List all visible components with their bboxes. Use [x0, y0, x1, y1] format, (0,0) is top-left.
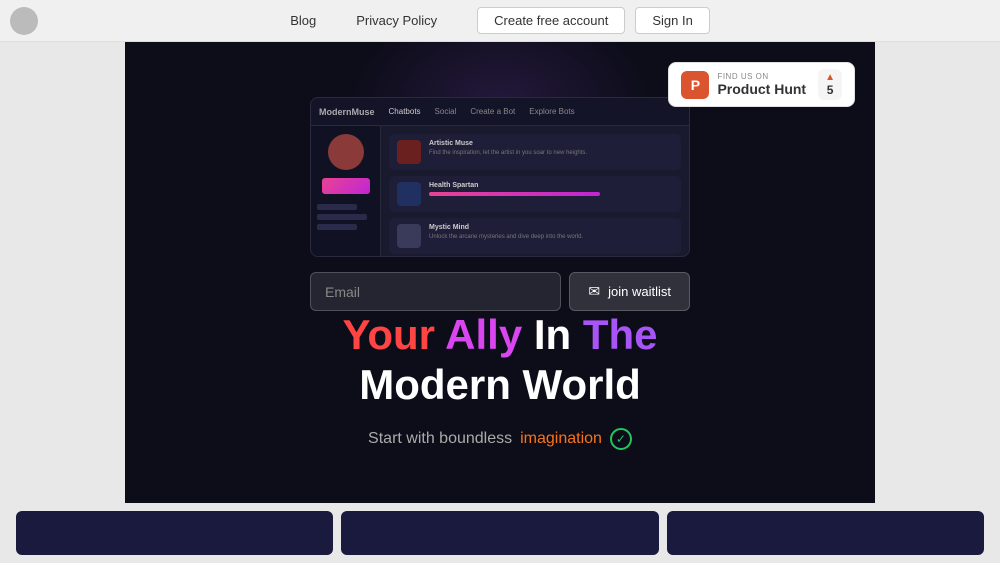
mystic-mind-desc: Unlock the arcane mysteries and dive dee…: [429, 233, 673, 241]
artistic-muse-desc: Find the inspiration, let the artist in …: [429, 149, 673, 157]
health-spartan-avatar: [397, 182, 421, 206]
right-border: [875, 42, 1000, 563]
join-waitlist-button[interactable]: ✉ join waitlist: [569, 272, 690, 311]
mockup-body: Artistic Muse Find the inspiration, let …: [311, 126, 689, 257]
sidebar-line-3: [317, 224, 357, 230]
mockup-card-mystic: Mystic Mind Unlock the arcane mysteries …: [389, 218, 681, 254]
mockup-tab-create: Create a Bot: [470, 107, 515, 116]
app-screenshot: ModernMuse Chatbots Social Create a Bot …: [310, 97, 690, 257]
bottom-cards-section: [0, 503, 1000, 563]
bottom-card-3[interactable]: [667, 511, 984, 555]
main-content-area: P FIND US ON Product Hunt ▲ 5 ModernMuse…: [125, 42, 875, 563]
bottom-card-2[interactable]: [341, 511, 658, 555]
privacy-link[interactable]: Privacy Policy: [356, 13, 437, 28]
subtitle-start-text: Start with boundless: [368, 430, 512, 448]
subtitle-imagination-text: imagination: [520, 430, 602, 448]
upvote-arrow-icon: ▲: [825, 72, 835, 83]
health-spartan-bar: [429, 192, 600, 196]
hero-word-your: Your: [342, 311, 435, 358]
create-account-button[interactable]: Create free account: [477, 7, 625, 34]
email-input[interactable]: [310, 272, 561, 311]
mockup-sidebar: [311, 126, 381, 257]
nav-actions: Create free account Sign In: [477, 7, 710, 34]
product-hunt-text: FIND US ON Product Hunt: [717, 72, 806, 97]
find-us-label: FIND US ON: [717, 72, 806, 81]
hero-subtitle: Start with boundless imagination ✓: [125, 428, 875, 450]
left-border: [0, 42, 125, 563]
sidebar-line-2: [317, 214, 367, 220]
mockup-tab-chatbots: Chatbots: [389, 107, 421, 116]
mystic-mind-avatar: [397, 224, 421, 248]
mystic-mind-title: Mystic Mind: [429, 224, 673, 231]
hero-title-line1: Your Ally In The: [125, 312, 875, 358]
envelope-icon: ✉: [588, 283, 600, 300]
waitlist-section: ✉ join waitlist: [310, 272, 690, 311]
product-hunt-logo-icon: P: [681, 71, 709, 99]
sidebar-line-1: [317, 204, 357, 210]
mockup-card-health: Health Spartan: [389, 176, 681, 212]
artistic-muse-avatar: [397, 140, 421, 164]
nav-links: Blog Privacy Policy: [290, 13, 437, 28]
mockup-tabs: Chatbots Social Create a Bot Explore Bot…: [389, 107, 575, 116]
hero-title-line2: Modern World: [125, 362, 875, 408]
artistic-muse-info: Artistic Muse Find the inspiration, let …: [429, 140, 673, 157]
mockup-logo-text: ModernMuse: [319, 107, 375, 117]
join-waitlist-label: join waitlist: [608, 284, 671, 299]
hero-section: Your Ally In The Modern World Start with…: [125, 312, 875, 450]
product-hunt-score: ▲ 5: [818, 69, 842, 100]
product-hunt-name: Product Hunt: [717, 81, 806, 97]
product-hunt-badge[interactable]: P FIND US ON Product Hunt ▲ 5: [668, 62, 855, 107]
user-avatar: [10, 7, 38, 35]
mockup-tab-social: Social: [435, 107, 457, 116]
hero-word-in: In: [534, 311, 571, 358]
mockup-card-artistic: Artistic Muse Find the inspiration, let …: [389, 134, 681, 170]
mockup-user-avatar: [328, 134, 364, 170]
mockup-sidebar-lines: [317, 200, 374, 230]
mockup-tab-explore: Explore Bots: [529, 107, 574, 116]
hero-word-the: The: [583, 311, 658, 358]
top-navigation: Blog Privacy Policy Create free account …: [0, 0, 1000, 42]
check-circle-icon: ✓: [610, 428, 632, 450]
score-count: 5: [827, 83, 834, 97]
sign-in-button[interactable]: Sign In: [635, 7, 709, 34]
mystic-mind-info: Mystic Mind Unlock the arcane mysteries …: [429, 224, 673, 241]
health-spartan-info: Health Spartan: [429, 182, 673, 196]
mockup-card-list: Artistic Muse Find the inspiration, let …: [381, 126, 689, 257]
mockup-cta-button: [322, 178, 370, 194]
blog-link[interactable]: Blog: [290, 13, 316, 28]
artistic-muse-title: Artistic Muse: [429, 140, 673, 147]
mockup-header: ModernMuse Chatbots Social Create a Bot …: [311, 98, 689, 126]
bottom-card-1[interactable]: [16, 511, 333, 555]
hero-word-ally: Ally: [445, 311, 522, 358]
health-spartan-title: Health Spartan: [429, 182, 673, 189]
